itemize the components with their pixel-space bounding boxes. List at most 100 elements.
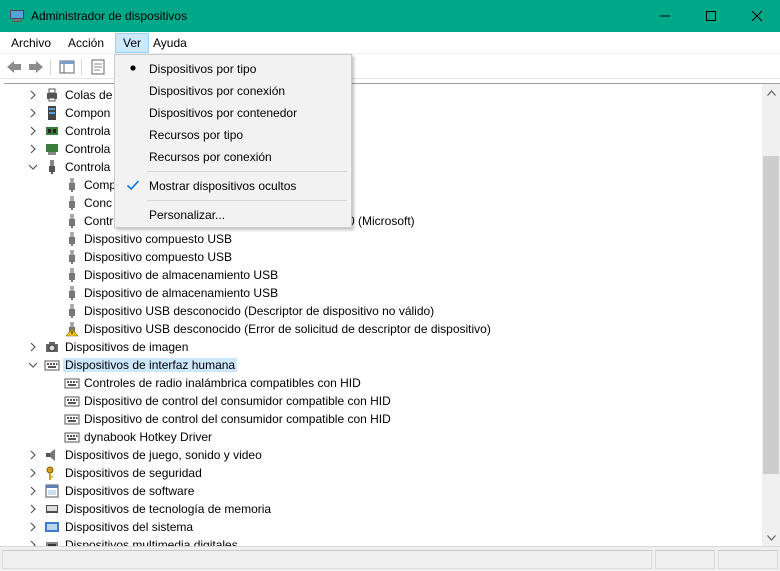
title-bar[interactable]: Administrador de dispositivos	[0, 0, 780, 32]
tree-row[interactable]: Dispositivos de juego, sonido y video	[4, 446, 762, 464]
menu-item-devices-by-connection[interactable]: Dispositivos por conexión	[117, 79, 349, 101]
chevron-right-icon[interactable]	[28, 504, 38, 514]
back-arrow-icon	[7, 61, 21, 73]
menu-ayuda[interactable]: Ayuda	[146, 33, 194, 53]
back-button[interactable]	[4, 58, 24, 76]
tree-row[interactable]: Dispositivos de seguridad	[4, 464, 762, 482]
scroll-down-button[interactable]	[762, 529, 780, 546]
minimize-button[interactable]	[642, 0, 688, 32]
close-icon	[752, 11, 762, 21]
tree-row-label-suffix: 0 (Microsoft)	[348, 214, 415, 228]
tree-row-label: Dispositivo USB desconocido (Descriptor …	[84, 304, 435, 318]
status-cell-main	[2, 550, 652, 569]
close-button[interactable]	[734, 0, 780, 32]
status-bar	[0, 546, 780, 571]
menu-item-label: Personalizar...	[149, 208, 226, 222]
tree-row[interactable]: Dispositivos de tecnología de memoria	[4, 500, 762, 518]
vertical-scrollbar[interactable]	[762, 84, 780, 546]
tree-row[interactable]: Dispositivo USB desconocido (Descriptor …	[4, 302, 762, 320]
tree-row[interactable]: dynabook Hotkey Driver	[4, 428, 762, 446]
usb-plug-icon	[69, 268, 75, 282]
forward-button[interactable]	[26, 58, 46, 76]
keyboard-icon	[64, 396, 80, 407]
tree-row[interactable]: Dispositivos del sistema	[4, 518, 762, 536]
maximize-icon	[706, 11, 716, 21]
software-component-icon	[48, 106, 56, 120]
tree-row-label: Dispositivos de tecnología de memoria	[65, 502, 272, 516]
menu-item-devices-by-type[interactable]: Dispositivos por tipo	[117, 57, 349, 79]
chevron-right-icon[interactable]	[28, 522, 38, 532]
menu-archivo[interactable]: Archivo	[4, 33, 58, 53]
tree-row-label: Dispositivo compuesto USB	[84, 232, 233, 246]
status-cell-2	[655, 550, 715, 569]
scroll-thumb[interactable]	[763, 156, 779, 474]
checkmark-icon	[126, 180, 140, 191]
tree-row-label: dynabook Hotkey Driver	[84, 430, 213, 444]
tree-row[interactable]: Controles de radio inalámbrica compatibl…	[4, 374, 762, 392]
usb-plug-icon	[69, 214, 75, 228]
usb-plug-icon	[69, 250, 75, 264]
keyboard-icon	[64, 378, 80, 389]
print-queue-icon	[47, 88, 57, 102]
media-icon	[46, 542, 58, 546]
system-folder-icon	[45, 522, 59, 532]
tree-row-label: Contr	[84, 214, 114, 228]
chevron-right-icon[interactable]	[28, 342, 38, 352]
tree-row-label: Comp	[84, 178, 117, 192]
chevron-right-icon[interactable]	[28, 90, 38, 100]
chevron-right-icon[interactable]	[28, 468, 38, 478]
menu-ver[interactable]: Ver	[115, 33, 150, 53]
console-tree-icon	[59, 60, 75, 74]
tree-row-label: Dispositivo de control del consumidor co…	[84, 412, 391, 426]
menu-item-customize[interactable]: Personalizar...	[117, 203, 349, 225]
tree-row-label: Colas de	[65, 88, 113, 102]
tree-row[interactable]: Dispositivos de software	[4, 482, 762, 500]
tree-row-label: Dispositivo USB desconocido (Error de so…	[84, 322, 491, 336]
tree-row[interactable]: Dispositivo de almacenamiento USB	[4, 266, 762, 284]
tree-row-label: Conc	[84, 196, 113, 210]
menu-item-resources-by-connection[interactable]: Recursos por conexión	[117, 145, 349, 167]
forward-arrow-icon	[29, 61, 43, 73]
tree-row[interactable]: Dispositivos multimedia digitales	[4, 536, 762, 546]
tree-row-label: Dispositivos de seguridad	[65, 466, 202, 480]
tree-row[interactable]: Dispositivo de control del consumidor co…	[4, 392, 762, 410]
properties-button[interactable]	[88, 58, 108, 76]
tree-row-label: Dispositivo de control del consumidor co…	[84, 394, 391, 408]
chevron-right-icon[interactable]	[28, 450, 38, 460]
menu-accion[interactable]: Acción	[61, 33, 111, 53]
chevron-right-icon[interactable]	[28, 126, 38, 136]
tree-row[interactable]: Dispositivo de control del consumidor co…	[4, 410, 762, 428]
menu-item-show-hidden-devices[interactable]: Mostrar dispositivos ocultos	[117, 174, 349, 196]
menu-separator	[147, 171, 347, 172]
menu-item-devices-by-container[interactable]: Dispositivos por contenedor	[117, 101, 349, 123]
tree-row[interactable]: Dispositivo de almacenamiento USB	[4, 284, 762, 302]
menu-item-label: Mostrar dispositivos ocultos	[149, 179, 297, 193]
tree-row-label: Dispositivos multimedia digitales	[65, 538, 238, 546]
tree-row-label: Dispositivos de imagen	[65, 340, 189, 354]
usb-plug-icon	[69, 196, 75, 210]
maximize-button[interactable]	[688, 0, 734, 32]
chevron-down-icon[interactable]	[28, 360, 38, 370]
show-hide-console-tree-button[interactable]	[57, 58, 77, 76]
chevron-right-icon[interactable]	[28, 486, 38, 496]
security-key-icon	[46, 466, 54, 480]
tree-row[interactable]: Dispositivo compuesto USB	[4, 248, 762, 266]
chevron-right-icon[interactable]	[28, 144, 38, 154]
tree-row[interactable]: Dispositivos de interfaz humana	[4, 356, 762, 374]
chevron-down-icon[interactable]	[28, 162, 38, 172]
menu-item-resources-by-type[interactable]: Recursos por tipo	[117, 123, 349, 145]
chevron-up-icon	[766, 89, 776, 96]
tree-row[interactable]: Dispositivo compuesto USB	[4, 230, 762, 248]
tree-row[interactable]: Dispositivo USB desconocido (Error de so…	[4, 320, 762, 338]
keyboard-icon	[64, 432, 80, 443]
tree-row[interactable]: Dispositivos de imagen	[4, 338, 762, 356]
device-manager-icon	[10, 10, 24, 22]
keyboard-icon	[44, 360, 60, 371]
tree-row-label: Dispositivos del sistema	[65, 520, 194, 534]
tree-row-label: Compon	[65, 106, 111, 120]
usb-plug-icon	[69, 304, 75, 318]
tree-row-label: Dispositivos de interfaz humana	[63, 358, 238, 372]
chevron-right-icon[interactable]	[28, 108, 38, 118]
menu-item-label: Recursos por tipo	[149, 128, 244, 142]
scroll-up-button[interactable]	[762, 84, 780, 101]
